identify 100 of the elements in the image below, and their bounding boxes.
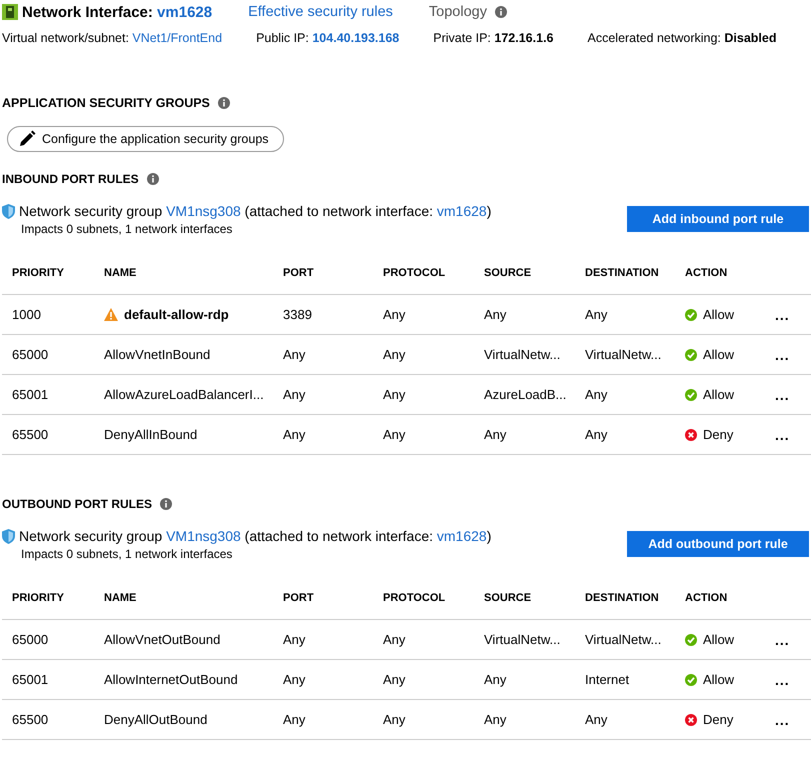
check-icon xyxy=(685,308,697,320)
rule-name: default-allow-rdp xyxy=(124,307,229,322)
check-icon xyxy=(685,348,697,360)
tab-link[interactable]: Topology xyxy=(428,4,487,20)
info-icon xyxy=(494,6,507,18)
deny-icon xyxy=(685,714,697,726)
table-cell: Any xyxy=(474,660,575,700)
property-label: Public IP: xyxy=(256,31,309,45)
property-value: 172.16.1.6 xyxy=(494,31,554,45)
column-header: PORT xyxy=(273,252,373,294)
column-header: PORT xyxy=(273,577,373,620)
table-cell: Allow xyxy=(703,632,734,647)
tab-link[interactable]: Effective security rules xyxy=(248,4,393,20)
shield-icon xyxy=(2,528,15,544)
table-cell: Deny xyxy=(703,712,734,727)
rule-name: AllowInternetOutBound xyxy=(104,672,238,687)
deny-icon xyxy=(685,428,697,440)
table-cell: Any xyxy=(575,700,675,740)
table-cell: Any xyxy=(273,414,373,454)
shield-icon xyxy=(2,204,15,218)
table-cell: Deny xyxy=(703,427,734,442)
more-button[interactable]: ... xyxy=(775,712,790,728)
table-cell: Any xyxy=(474,414,575,454)
check-icon xyxy=(685,634,697,646)
table-cell: Any xyxy=(575,414,675,454)
rule-name: AllowVnetOutBound xyxy=(104,632,220,647)
column-header: PROTOCOL xyxy=(373,252,474,294)
table-cell: 65000 xyxy=(2,334,94,374)
column-header: PRIORITY xyxy=(2,252,94,294)
more-button[interactable]: ... xyxy=(775,632,790,648)
table-cell: 65001 xyxy=(2,660,94,700)
table-cell: 65500 xyxy=(2,414,94,454)
property-value[interactable]: 104.40.193.168 xyxy=(312,31,400,45)
column-header: PROTOCOL xyxy=(373,577,474,620)
add-rule-button[interactable]: Add inbound port rule xyxy=(627,206,809,232)
section-heading: APPLICATION SECURITY GROUPS xyxy=(2,96,210,110)
table-cell: 3389 xyxy=(273,294,373,334)
table-cell: VirtualNetw... xyxy=(575,334,675,374)
column-header: PRIORITY xyxy=(2,577,94,620)
table-cell: Internet xyxy=(575,660,675,700)
table-cell: VirtualNetw... xyxy=(474,620,575,660)
column-header: DESTINATION xyxy=(575,577,675,620)
column-header: DESTINATION xyxy=(575,252,675,294)
table-cell: Allow xyxy=(703,307,734,322)
table-cell: 1000 xyxy=(2,294,94,334)
nsg-link[interactable]: VM1nsg308 xyxy=(166,528,241,544)
pencil-icon xyxy=(18,130,36,148)
column-header: ACTION xyxy=(675,252,765,294)
rule-name: DenyAllInBound xyxy=(104,427,198,442)
property-value: Disabled xyxy=(724,31,776,45)
page-title: Network Interface: vm1628 xyxy=(22,4,212,20)
property-label: Accelerated networking: xyxy=(588,31,721,45)
table-cell: Any xyxy=(373,334,474,374)
table-cell: 65000 xyxy=(2,620,94,660)
table-cell: Any xyxy=(273,334,373,374)
add-rule-button[interactable]: Add outbound port rule xyxy=(627,531,809,557)
column-header: SOURCE xyxy=(474,252,575,294)
table-cell: Any xyxy=(273,660,373,700)
table-cell: VirtualNetw... xyxy=(575,620,675,660)
property-label: Virtual network/subnet: xyxy=(2,31,129,45)
table-cell: AzureLoadB... xyxy=(474,374,575,414)
table-cell: Any xyxy=(474,700,575,740)
table-cell: Any xyxy=(575,374,675,414)
configure-button[interactable]: Configure the application security groups xyxy=(7,126,284,152)
table-cell: Any xyxy=(273,620,373,660)
network-card-icon xyxy=(2,4,18,20)
impacts-text: Impacts 0 subnets, 1 network interfaces xyxy=(21,222,234,236)
table-cell: 65001 xyxy=(2,374,94,414)
table-cell: Any xyxy=(273,700,373,740)
table-cell: VirtualNetw... xyxy=(474,334,575,374)
table-cell: Any xyxy=(373,294,474,334)
nic-link[interactable]: vm1628 xyxy=(436,528,487,544)
section-heading: OUTBOUND PORT RULES xyxy=(2,497,152,511)
table-cell: Allow xyxy=(703,672,734,687)
nsg-link[interactable]: VM1nsg308 xyxy=(166,203,241,219)
nsg-description: Network security group VM1nsg308 (attached to network interface: vm1628) xyxy=(19,203,492,219)
table-cell: Any xyxy=(373,620,474,660)
rule-name: DenyAllOutBound xyxy=(104,712,208,727)
nic-link[interactable]: vm1628 xyxy=(436,203,487,219)
check-icon xyxy=(685,388,697,400)
info-icon xyxy=(146,173,159,185)
table-cell: Any xyxy=(373,374,474,414)
more-button[interactable]: ... xyxy=(775,672,790,688)
column-header: NAME xyxy=(94,252,273,294)
table-cell: Any xyxy=(575,294,675,334)
table-cell: Allow xyxy=(703,347,734,362)
property-label: Private IP: xyxy=(433,31,491,45)
info-icon xyxy=(218,97,230,109)
table-cell: Allow xyxy=(703,387,734,402)
column-header: ACTION xyxy=(675,577,765,620)
more-button[interactable]: ... xyxy=(775,386,790,402)
rule-name: AllowVnetInBound xyxy=(104,347,210,362)
more-button[interactable]: ... xyxy=(775,346,790,362)
column-header: NAME xyxy=(94,577,273,620)
info-icon xyxy=(160,498,172,510)
more-button[interactable]: ... xyxy=(775,306,790,322)
table-cell: Any xyxy=(373,414,474,454)
more-button[interactable]: ... xyxy=(775,426,790,442)
table-cell: Any xyxy=(373,660,474,700)
property-value[interactable]: VNet1/FrontEnd xyxy=(132,31,222,45)
